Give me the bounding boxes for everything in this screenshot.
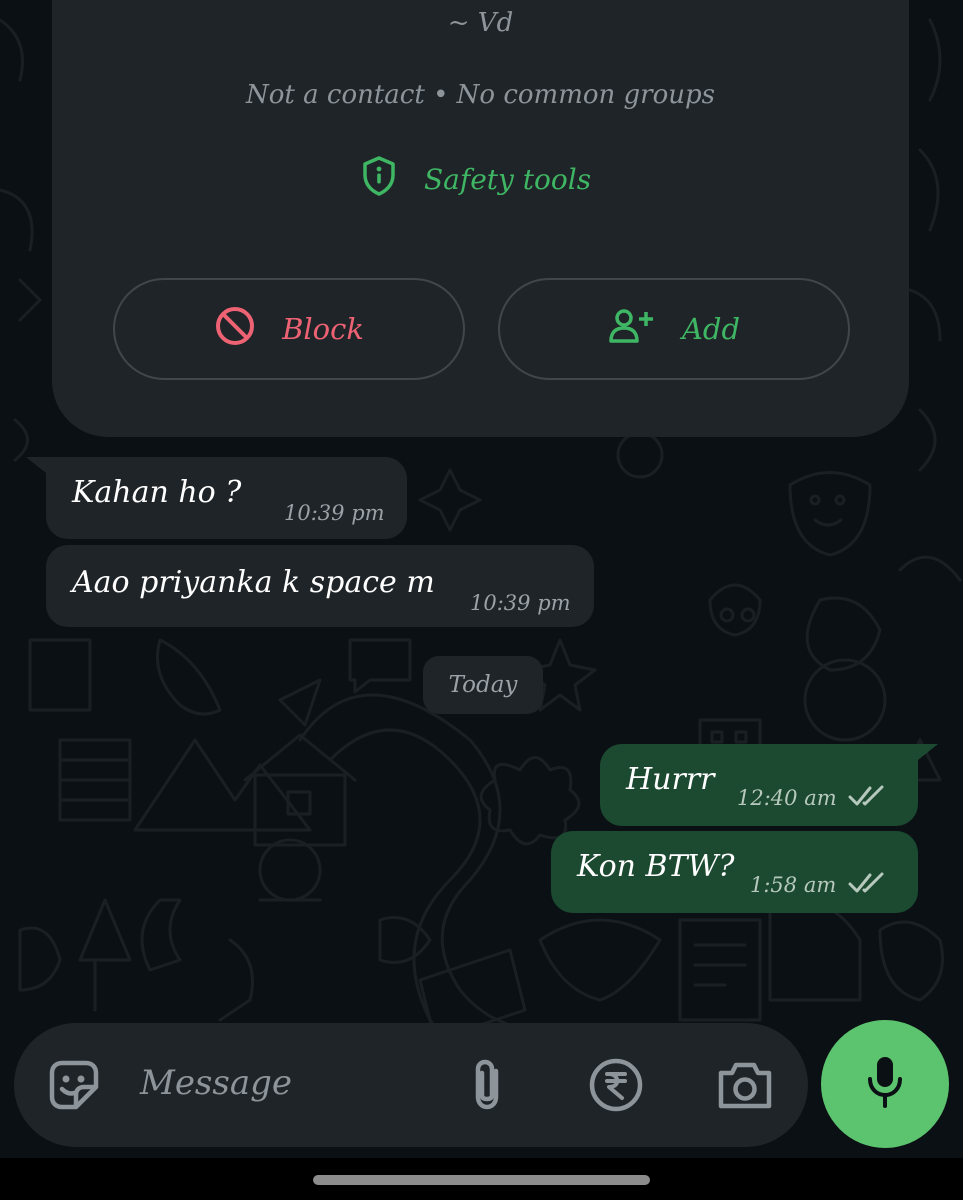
message-time: 10:39 pm	[470, 591, 571, 615]
safety-tools-button[interactable]: Safety tools	[362, 156, 591, 203]
contact-name: ~ Vd	[447, 8, 514, 38]
message-text: Kon BTW?	[577, 849, 735, 884]
double-check-icon	[848, 872, 884, 893]
rupee-icon[interactable]	[588, 1057, 644, 1117]
home-gesture-handle[interactable]	[313, 1175, 650, 1185]
message-time: 10:39 pm	[284, 501, 385, 525]
message-time: 1:58 am	[750, 873, 837, 897]
chat-screen: ~ Vd Not a contact • No common groups Sa…	[0, 0, 963, 1200]
shield-icon	[362, 156, 396, 203]
paperclip-icon[interactable]	[468, 1057, 506, 1117]
sticker-icon[interactable]	[46, 1057, 102, 1117]
message-bubble-outgoing[interactable]: Hurrr 12:40 am	[600, 744, 918, 826]
message-bubble-outgoing[interactable]: Kon BTW? 1:58 am	[551, 831, 918, 913]
message-bubble-incoming[interactable]: Aao priyanka k space m 10:39 pm	[46, 545, 594, 627]
message-text: Hurrr	[626, 762, 715, 797]
add-person-icon	[608, 308, 656, 351]
date-divider: Today	[423, 656, 543, 714]
block-icon	[214, 305, 256, 354]
safety-tools-label: Safety tools	[424, 163, 592, 196]
add-label: Add	[681, 312, 741, 346]
mic-icon	[865, 1054, 905, 1114]
voice-message-button[interactable]	[821, 1020, 949, 1148]
contact-subtitle: Not a contact • No common groups	[246, 80, 715, 110]
message-input[interactable]: Message	[140, 1063, 292, 1103]
message-composer: Message	[14, 1023, 808, 1147]
message-text: Kahan ho ?	[72, 475, 242, 510]
double-check-icon	[848, 785, 884, 806]
message-text: Aao priyanka k space m	[72, 565, 435, 600]
message-bubble-incoming[interactable]: Kahan ho ? 10:39 pm	[46, 457, 407, 539]
camera-icon[interactable]	[716, 1059, 774, 1115]
block-label: Block	[282, 312, 364, 346]
add-contact-button[interactable]: Add	[498, 278, 850, 380]
block-button[interactable]: Block	[113, 278, 465, 380]
contact-info-card: ~ Vd Not a contact • No common groups Sa…	[52, 0, 909, 437]
message-time: 12:40 am	[737, 786, 837, 810]
